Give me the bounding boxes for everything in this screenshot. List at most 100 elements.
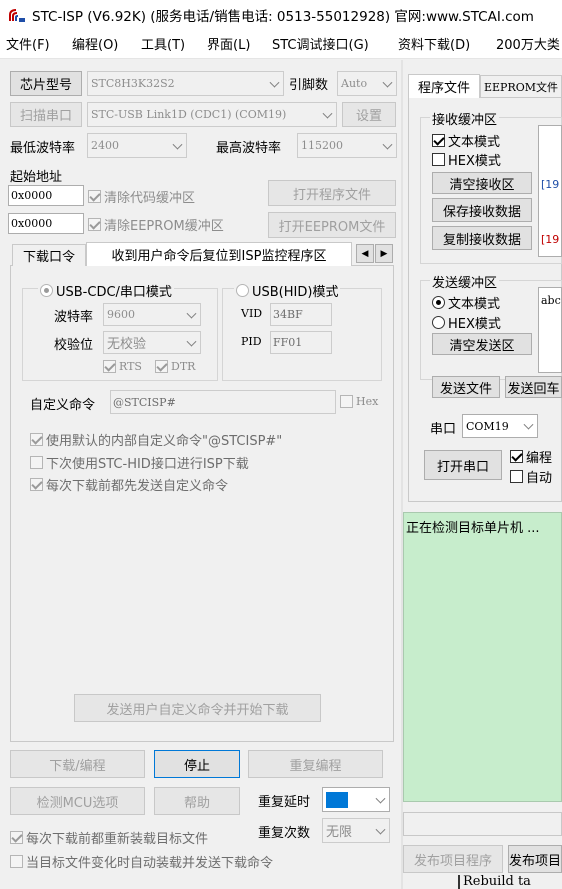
send-buffer-title: 发送缓冲区 bbox=[430, 272, 500, 291]
help-button[interactable]: 帮助 bbox=[154, 787, 240, 815]
send-before-download-checkbox[interactable]: 每次下载前都先发送自定义命令 bbox=[30, 475, 228, 494]
port-settings-button[interactable]: 设置 bbox=[342, 102, 396, 127]
clear-code-buffer-label: 清除代码缓冲区 bbox=[104, 191, 196, 206]
custom-command-label: 自定义命令 bbox=[30, 398, 96, 413]
cdc-baud-select[interactable]: 9600 bbox=[103, 303, 201, 326]
status-log[interactable]: 正在检测目标单片机 ... bbox=[403, 512, 562, 802]
receive-line: [19 bbox=[541, 178, 560, 191]
send-return-button[interactable]: 发送回车 bbox=[505, 376, 562, 398]
port-value: STC-USB Link1D (CDC1) (COM19) bbox=[91, 108, 287, 121]
send-file-button[interactable]: 发送文件 bbox=[432, 376, 500, 398]
title-bar: STC-ISP (V6.92K) (服务电话/销售电话: 0513-550129… bbox=[0, 0, 562, 30]
vid-input[interactable]: 34BF bbox=[270, 303, 332, 326]
clear-receive-button[interactable]: 清空接收区 bbox=[432, 172, 532, 194]
recv-text-mode-checkbox[interactable]: 文本模式 bbox=[432, 131, 500, 150]
min-baud-select[interactable]: 2400 bbox=[87, 133, 187, 158]
chip-model-value: STC8H3K32S2 bbox=[91, 77, 175, 90]
max-baud-label: 最高波特率 bbox=[216, 141, 282, 156]
auto-checkbox[interactable]: 自动 bbox=[510, 467, 552, 486]
rts-checkbox[interactable]: RTS bbox=[103, 360, 142, 373]
menu-interface[interactable]: 界面(L) bbox=[207, 34, 250, 53]
tab-download-password[interactable]: 下载口令 bbox=[12, 244, 86, 266]
custom-command-input[interactable]: @STCISP# bbox=[110, 390, 336, 414]
receive-text-area[interactable]: [19 [19 bbox=[538, 125, 562, 257]
copy-receive-button[interactable]: 复制接收数据 bbox=[432, 226, 532, 250]
custom-command-value: @STCISP# bbox=[113, 395, 176, 409]
checkbox-box bbox=[432, 134, 445, 147]
reload-target-checkbox[interactable]: 每次下载前都重新装载目标文件 bbox=[10, 828, 208, 847]
max-baud-select[interactable]: 115200 bbox=[297, 133, 397, 158]
clear-send-button[interactable]: 清空发送区 bbox=[432, 333, 532, 355]
clear-code-buffer-checkbox[interactable]: 清除代码缓冲区 bbox=[88, 187, 195, 206]
default-command-checkbox[interactable]: 使用默认的内部自定义命令"@STCISP#" bbox=[30, 430, 282, 449]
pid-input[interactable]: FF01 bbox=[270, 331, 332, 354]
eeprom-address-input[interactable]: 0x0000 bbox=[8, 213, 84, 234]
dtr-checkbox[interactable]: DTR bbox=[155, 360, 195, 373]
send-custom-command-button[interactable]: 发送用户自定义命令并开始下载 bbox=[74, 694, 321, 722]
status-log-text: 正在检测目标单片机 ... bbox=[406, 521, 540, 536]
build-output-line: Rebuild ta bbox=[463, 875, 531, 889]
log-input-field[interactable] bbox=[403, 812, 562, 836]
pin-count-select[interactable]: Auto bbox=[337, 71, 397, 96]
send-text-mode-radio[interactable]: 文本模式 bbox=[432, 293, 500, 312]
program-checkbox[interactable]: 编程 bbox=[510, 447, 552, 466]
menu-downloads[interactable]: 资料下载(D) bbox=[398, 34, 470, 53]
chevron-down-icon bbox=[382, 77, 393, 88]
parity-value: 无校验 bbox=[107, 337, 147, 352]
tab-eeprom-file[interactable]: EEPROM文件 bbox=[480, 75, 562, 97]
window-title: STC-ISP (V6.92K) (服务电话/销售电话: 0513-550129… bbox=[32, 9, 534, 25]
repeat-count-label: 重复次数 bbox=[258, 826, 311, 841]
reprogram-button[interactable]: 重复编程 bbox=[248, 750, 383, 778]
chevron-right-icon: ▶ bbox=[380, 248, 388, 259]
next-hid-download-checkbox[interactable]: 下次使用STC-HID接口进行ISP下载 bbox=[30, 453, 249, 472]
detect-mcu-button[interactable]: 检测MCU选项 bbox=[10, 787, 145, 815]
save-receive-button[interactable]: 保存接收数据 bbox=[432, 198, 532, 222]
code-address-input[interactable]: 0x0000 bbox=[8, 185, 84, 206]
open-eeprom-file-button[interactable]: 打开EEPROM文件 bbox=[268, 212, 396, 238]
chevron-down-icon bbox=[375, 824, 386, 835]
tab-program-file[interactable]: 程序文件 bbox=[408, 74, 480, 98]
publish-help-button[interactable]: 发布项目 bbox=[508, 845, 562, 873]
usb-cdc-radio[interactable]: USB-CDC/串口模式 bbox=[38, 281, 174, 300]
serial-port-select[interactable]: COM19 bbox=[462, 414, 538, 438]
menu-debug-interface[interactable]: STC调试接口(G) bbox=[272, 34, 369, 53]
repeat-count-select[interactable]: 无限 bbox=[322, 818, 390, 843]
repeat-count-value: 无限 bbox=[326, 825, 353, 840]
open-serial-port-button[interactable]: 打开串口 bbox=[424, 450, 502, 480]
send-text-area[interactable]: abc bbox=[538, 287, 562, 373]
recv-hex-mode-checkbox[interactable]: HEX模式 bbox=[432, 150, 501, 169]
stc-logo-icon bbox=[8, 7, 26, 23]
menu-program[interactable]: 编程(O) bbox=[72, 34, 118, 53]
open-program-file-button[interactable]: 打开程序文件 bbox=[268, 180, 396, 206]
parity-select[interactable]: 无校验 bbox=[103, 331, 201, 354]
menu-file[interactable]: 文件(F) bbox=[6, 34, 50, 53]
checkbox-box bbox=[340, 395, 353, 408]
menu-tools[interactable]: 工具(T) bbox=[141, 34, 185, 53]
chevron-down-icon bbox=[186, 336, 197, 347]
dtr-label: DTR bbox=[171, 360, 196, 373]
send-hex-mode-radio[interactable]: HEX模式 bbox=[432, 313, 501, 332]
usb-hid-radio[interactable]: USB(HID)模式 bbox=[234, 281, 341, 300]
auto-reload-checkbox[interactable]: 当目标文件变化时自动装载并发送下载命令 bbox=[10, 852, 273, 871]
start-address-label: 起始地址 bbox=[10, 170, 63, 185]
tab-reset-to-isp[interactable]: 收到用户命令后复位到ISP监控程序区 bbox=[86, 242, 352, 266]
clear-eeprom-buffer-checkbox[interactable]: 清除EEPROM缓冲区 bbox=[88, 215, 224, 234]
checkbox-box bbox=[155, 360, 168, 373]
send-text-mode-label: 文本模式 bbox=[448, 297, 501, 312]
repeat-delay-select[interactable]: 1 秒 bbox=[322, 787, 390, 812]
pid-label: PID bbox=[241, 335, 262, 348]
tab-scroll-left-button[interactable]: ◀ bbox=[356, 244, 374, 263]
serial-port-value: COM19 bbox=[466, 419, 509, 433]
menu-category[interactable]: 200万大类 bbox=[496, 34, 560, 53]
stop-button[interactable]: 停止 bbox=[154, 750, 240, 778]
publish-project-button[interactable]: 发布项目程序 bbox=[403, 845, 503, 873]
tab-scroll-right-button[interactable]: ▶ bbox=[375, 244, 393, 263]
hex-checkbox[interactable]: Hex bbox=[340, 395, 378, 408]
chip-model-button[interactable]: 芯片型号 bbox=[10, 71, 82, 96]
receive-buffer-title: 接收缓冲区 bbox=[430, 109, 500, 128]
port-select[interactable]: STC-USB Link1D (CDC1) (COM19) bbox=[87, 102, 337, 127]
scan-port-button[interactable]: 扫描串口 bbox=[10, 102, 82, 127]
download-program-button[interactable]: 下载/编程 bbox=[10, 750, 145, 778]
checkbox-box bbox=[103, 360, 116, 373]
chip-model-select[interactable]: STC8H3K32S2 bbox=[87, 71, 284, 96]
